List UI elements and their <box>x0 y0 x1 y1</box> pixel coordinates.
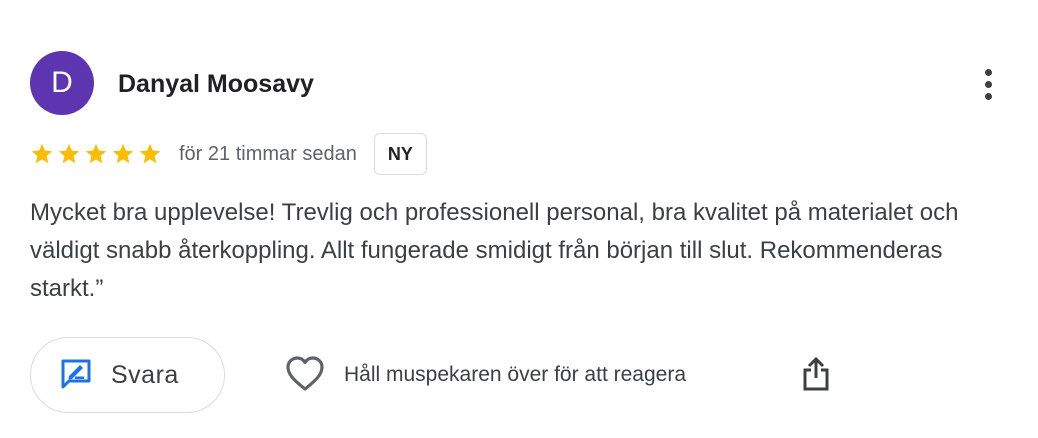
star-icon <box>139 143 161 164</box>
heart-outline-icon <box>284 354 326 397</box>
more-vert-icon-dot <box>984 92 992 100</box>
reply-edit-icon <box>59 357 93 394</box>
author-name[interactable]: Danyal Moosavy <box>118 68 314 100</box>
review-time: för 21 timmar sedan <box>179 142 357 165</box>
new-badge: NY <box>373 133 427 175</box>
share-button[interactable] <box>796 354 836 398</box>
reply-button[interactable]: Svara <box>30 337 225 413</box>
react-label: Håll muspekaren över för att reagera <box>344 363 686 386</box>
more-options-button[interactable] <box>972 64 1004 104</box>
star-icon <box>58 143 80 164</box>
review-text: Mycket bra upplevelse! Trevlig och profe… <box>30 199 959 302</box>
avatar-letter: D <box>51 66 73 99</box>
review-meta: för 21 timmar sedan NY <box>30 133 427 175</box>
more-vert-icon <box>984 68 992 76</box>
avatar[interactable]: D <box>30 51 94 115</box>
react-button[interactable]: Håll muspekaren över för att reagera <box>284 353 686 397</box>
review-card: D Danyal Moosavy för 21 timmar sedan NY … <box>0 0 1038 438</box>
more-vert-icon-dot <box>984 80 992 88</box>
star-icon <box>112 143 134 164</box>
star-icon <box>31 143 53 164</box>
reply-label: Svara <box>111 360 179 389</box>
star-icon <box>85 143 107 164</box>
share-icon <box>801 356 831 397</box>
star-rating <box>30 142 162 166</box>
